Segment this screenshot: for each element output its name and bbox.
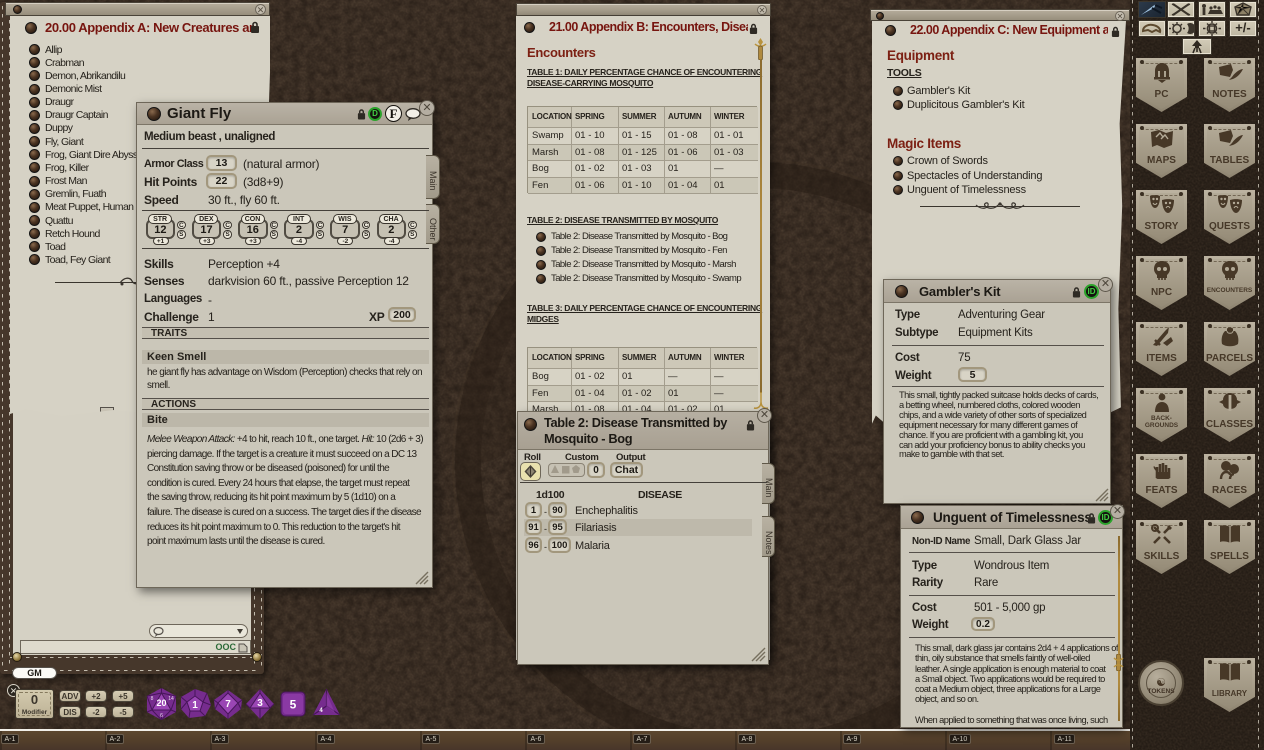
svg-text:6: 6: [160, 713, 163, 719]
svg-text:7: 7: [225, 699, 231, 710]
svg-text:14: 14: [168, 696, 174, 702]
svg-text:20: 20: [156, 698, 166, 708]
svg-text:1: 1: [192, 700, 198, 711]
svg-text:5: 5: [290, 698, 297, 712]
svg-text:8: 8: [151, 696, 154, 702]
svg-text:3: 3: [257, 698, 263, 709]
